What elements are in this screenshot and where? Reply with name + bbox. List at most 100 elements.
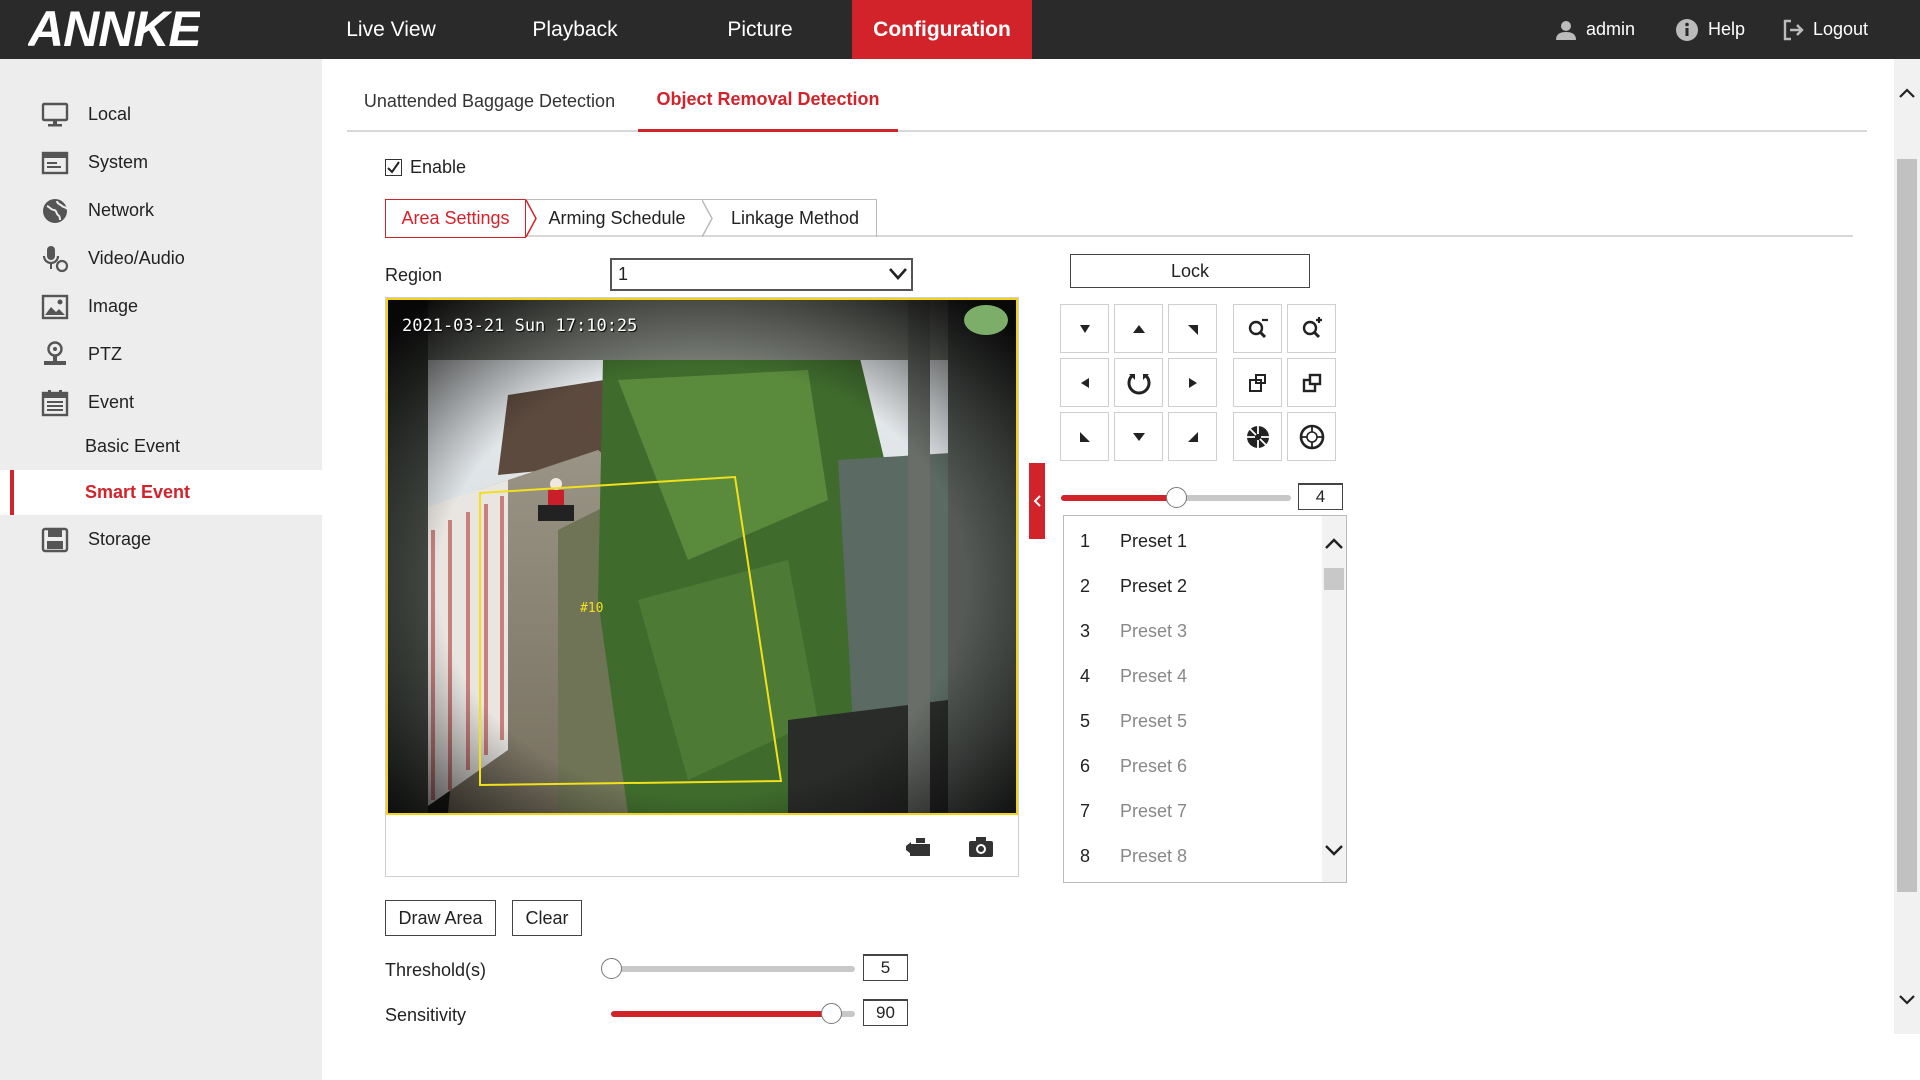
enable-label: Enable <box>410 157 467 177</box>
camera-snapshot-icon[interactable] <box>968 836 994 858</box>
ptz-speed-slider[interactable] <box>1061 487 1291 508</box>
zoom-out-button[interactable] <box>1233 304 1282 353</box>
arrow-left-icon <box>1080 377 1089 388</box>
info-icon <box>1676 18 1698 41</box>
preset-row[interactable]: 3 Preset 3 <box>1064 608 1324 653</box>
tab-linkage-method[interactable]: Linkage Method <box>712 200 878 237</box>
sidebar-item-smart-event[interactable]: Smart Event <box>0 470 322 515</box>
nav-live-view[interactable]: Live View <box>321 0 461 59</box>
preset-row[interactable]: 7 Preset 7 <box>1064 788 1324 833</box>
sensitivity-value[interactable]: 90 <box>863 999 908 1026</box>
ptz-down-left-button[interactable] <box>1060 412 1109 461</box>
record-icon[interactable] <box>906 836 932 858</box>
zoom-out-icon <box>1248 318 1268 338</box>
sidebar-item-event[interactable]: Event <box>0 379 322 425</box>
sidebar-item-label: Network <box>88 199 155 220</box>
checkbox-box[interactable] <box>385 159 402 176</box>
nav-configuration[interactable]: Configuration <box>852 0 1032 59</box>
sidebar-item-storage[interactable]: Storage <box>0 516 322 562</box>
threshold-slider[interactable] <box>601 958 855 979</box>
tab-arming-schedule[interactable]: Arming Schedule <box>534 200 700 237</box>
focus-far-button[interactable] <box>1287 358 1336 407</box>
ptz-up-left-button[interactable] <box>1060 304 1109 353</box>
region-select[interactable]: 1 <box>610 258 913 291</box>
sidebar-item-system[interactable]: System <box>0 139 322 185</box>
annke-logo: ANNKE <box>28 4 200 54</box>
preset-number: 3 <box>1080 621 1091 641</box>
threshold-label: Threshold(s) <box>385 960 487 980</box>
lock-button[interactable]: Lock <box>1070 254 1310 288</box>
tab-unattended-baggage-detection[interactable]: Unattended Baggage Detection <box>347 80 632 132</box>
sensitivity-slider-thumb[interactable] <box>821 1003 842 1024</box>
enable-checkbox[interactable]: Enable <box>385 157 466 178</box>
osd-timestamp: 2021-03-21 Sun 17:10:25 <box>402 316 638 336</box>
checkmark-icon <box>387 161 400 174</box>
video-preview-panel: #10 2021-03-21 Sun 17:10:25 <box>385 297 1019 877</box>
focus-near-button[interactable] <box>1233 358 1282 407</box>
chevron-up-icon[interactable] <box>1325 538 1343 550</box>
arrow-down-icon <box>1132 432 1145 441</box>
chevron-up-icon[interactable] <box>1899 87 1915 99</box>
sidebar-item-basic-event[interactable]: Basic Event <box>0 424 322 469</box>
zoom-in-button[interactable] <box>1287 304 1336 353</box>
ptz-down-right-button[interactable] <box>1168 412 1217 461</box>
preset-name: Preset 8 <box>1120 846 1188 866</box>
preset-list: 8 Preset 8 7 Preset 7 6 Preset 6 5 Preset 5 4 Pre… <box>1063 515 1347 883</box>
nav-playback[interactable]: Playback <box>505 0 645 59</box>
nav-picture[interactable]: Picture <box>690 0 830 59</box>
preset-scrollbar-thumb[interactable] <box>1324 568 1344 590</box>
sidebar-item-video-audio[interactable]: Video/Audio <box>0 235 322 281</box>
preset-row[interactable]: 2 Preset 2 <box>1064 563 1324 608</box>
help-link[interactable]: Help <box>1675 0 1745 59</box>
preset-scrollbar[interactable] <box>1322 516 1346 882</box>
iris-open-icon <box>1299 424 1324 449</box>
threshold-slider-thumb[interactable] <box>601 958 622 979</box>
sidebar-item-ptz[interactable]: PTZ <box>0 331 322 377</box>
threshold-value[interactable]: 5 <box>863 954 908 981</box>
sidebar-item-local[interactable]: Local <box>0 91 322 137</box>
preset-row[interactable]: 4 Preset 4 <box>1064 653 1324 698</box>
page-scrollbar[interactable] <box>1894 59 1920 1034</box>
rotate-icon <box>1127 373 1150 394</box>
ptz-speed-slider-fill <box>1061 495 1176 501</box>
ptz-up-button[interactable] <box>1114 304 1163 353</box>
page-scrollbar-thumb[interactable] <box>1897 159 1917 892</box>
preset-number: 5 <box>1080 711 1091 731</box>
preset-row[interactable]: 1 Preset 1 <box>1064 518 1324 563</box>
iris-open-button[interactable] <box>1287 412 1336 461</box>
sidebar-item-label: Storage <box>88 528 152 549</box>
logout-link[interactable]: Logout <box>1782 0 1868 59</box>
ptz-down-button[interactable] <box>1114 412 1163 461</box>
tab-area-settings[interactable]: Area Settings <box>385 199 526 238</box>
ptz-speed-value[interactable]: 4 <box>1298 483 1343 510</box>
clear-button[interactable]: Clear <box>512 900 582 936</box>
arrow-up-right-icon <box>1187 324 1198 335</box>
sidebar-item-label: System <box>88 151 149 172</box>
chevron-down-icon[interactable] <box>1899 994 1915 1006</box>
ptz-auto-button[interactable] <box>1114 358 1163 407</box>
draw-area-button[interactable]: Draw Area <box>385 900 496 936</box>
ptz-up-right-button[interactable] <box>1168 304 1217 353</box>
logout-label: Logout <box>1813 19 1869 39</box>
sidebar-item-image[interactable]: Image <box>0 283 322 329</box>
user-menu[interactable]: admin <box>1555 0 1635 59</box>
preset-number: 1 <box>1080 531 1091 551</box>
preset-name: Preset 1 <box>1120 531 1188 551</box>
chevron-down-icon[interactable] <box>1325 844 1343 856</box>
sidebar-item-network[interactable]: Network <box>0 187 322 233</box>
sidebar: Local System Network Video/Audio Image P… <box>0 59 322 1080</box>
ptz-panel-toggle[interactable] <box>1029 463 1045 539</box>
preset-row[interactable]: 6 Preset 6 <box>1064 743 1324 788</box>
ptz-right-button[interactable] <box>1168 358 1217 407</box>
ptz-speed-slider-thumb[interactable] <box>1166 487 1187 508</box>
ptz-icon <box>44 341 66 365</box>
sensitivity-slider[interactable] <box>611 1003 855 1024</box>
iris-close-button[interactable] <box>1233 412 1282 461</box>
tab-object-removal-detection[interactable]: Object Removal Detection <box>638 80 898 132</box>
sidebar-item-label: Image <box>88 295 139 316</box>
preset-row[interactable]: 5 Preset 5 <box>1064 698 1324 743</box>
ptz-left-button[interactable] <box>1060 358 1109 407</box>
sidebar-item-label: PTZ <box>88 343 122 364</box>
live-video[interactable]: #10 2021-03-21 Sun 17:10:25 <box>386 298 1018 815</box>
preset-row[interactable]: 8 Preset 8 <box>1064 833 1324 878</box>
